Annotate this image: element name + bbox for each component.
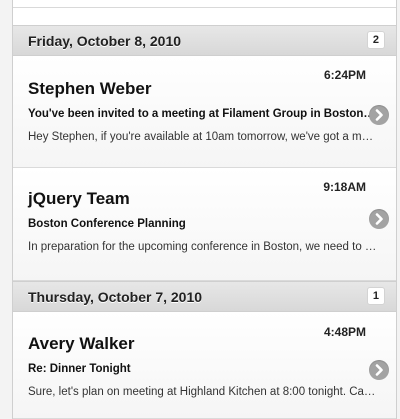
chevron-right-circle-icon (369, 209, 389, 229)
list-top-item (13, 0, 396, 8)
message-count-badge: 1 (366, 287, 385, 305)
list-divider-friday: Friday, October 8, 2010 2 (13, 25, 396, 56)
message-sender: Avery Walker (28, 334, 135, 353)
message-time: 4:48PM (323, 325, 366, 339)
message-time: 6:24PM (323, 68, 366, 82)
message-subject: Boston Conference Planning (28, 218, 186, 230)
message-sender: Stephen Weber (28, 79, 152, 98)
message-list: Friday, October 8, 2010 2 Stephen Weber … (12, 0, 397, 419)
message-item[interactable]: Stephen Weber 6:24PM You've been invited… (13, 56, 396, 168)
chevron-right-circle-icon (369, 105, 389, 125)
message-item[interactable]: Avery Walker 4:48PM Re: Dinner Tonight S… (13, 312, 396, 419)
message-time: 9:18AM (323, 180, 366, 194)
message-preview: Hey Stephen, if you're available at 10am… (28, 131, 378, 143)
message-count-badge: 2 (366, 31, 385, 49)
message-subject: You've been invited to a meeting at Fila… (28, 108, 378, 120)
message-sender: jQuery Team (28, 189, 130, 208)
message-preview: In preparation for the upcoming conferen… (28, 241, 378, 253)
message-preview: Sure, let's plan on meeting at Highland … (28, 386, 378, 398)
message-subject: Re: Dinner Tonight (28, 363, 131, 375)
list-divider-thursday: Thursday, October 7, 2010 1 (13, 281, 396, 312)
message-item[interactable]: jQuery Team 9:18AM Boston Conference Pla… (13, 168, 396, 281)
divider-date: Thursday, October 7, 2010 (28, 289, 203, 305)
divider-date: Friday, October 8, 2010 (28, 33, 182, 49)
chevron-right-circle-icon (369, 360, 389, 380)
page: Friday, October 8, 2010 2 Stephen Weber … (0, 0, 400, 419)
